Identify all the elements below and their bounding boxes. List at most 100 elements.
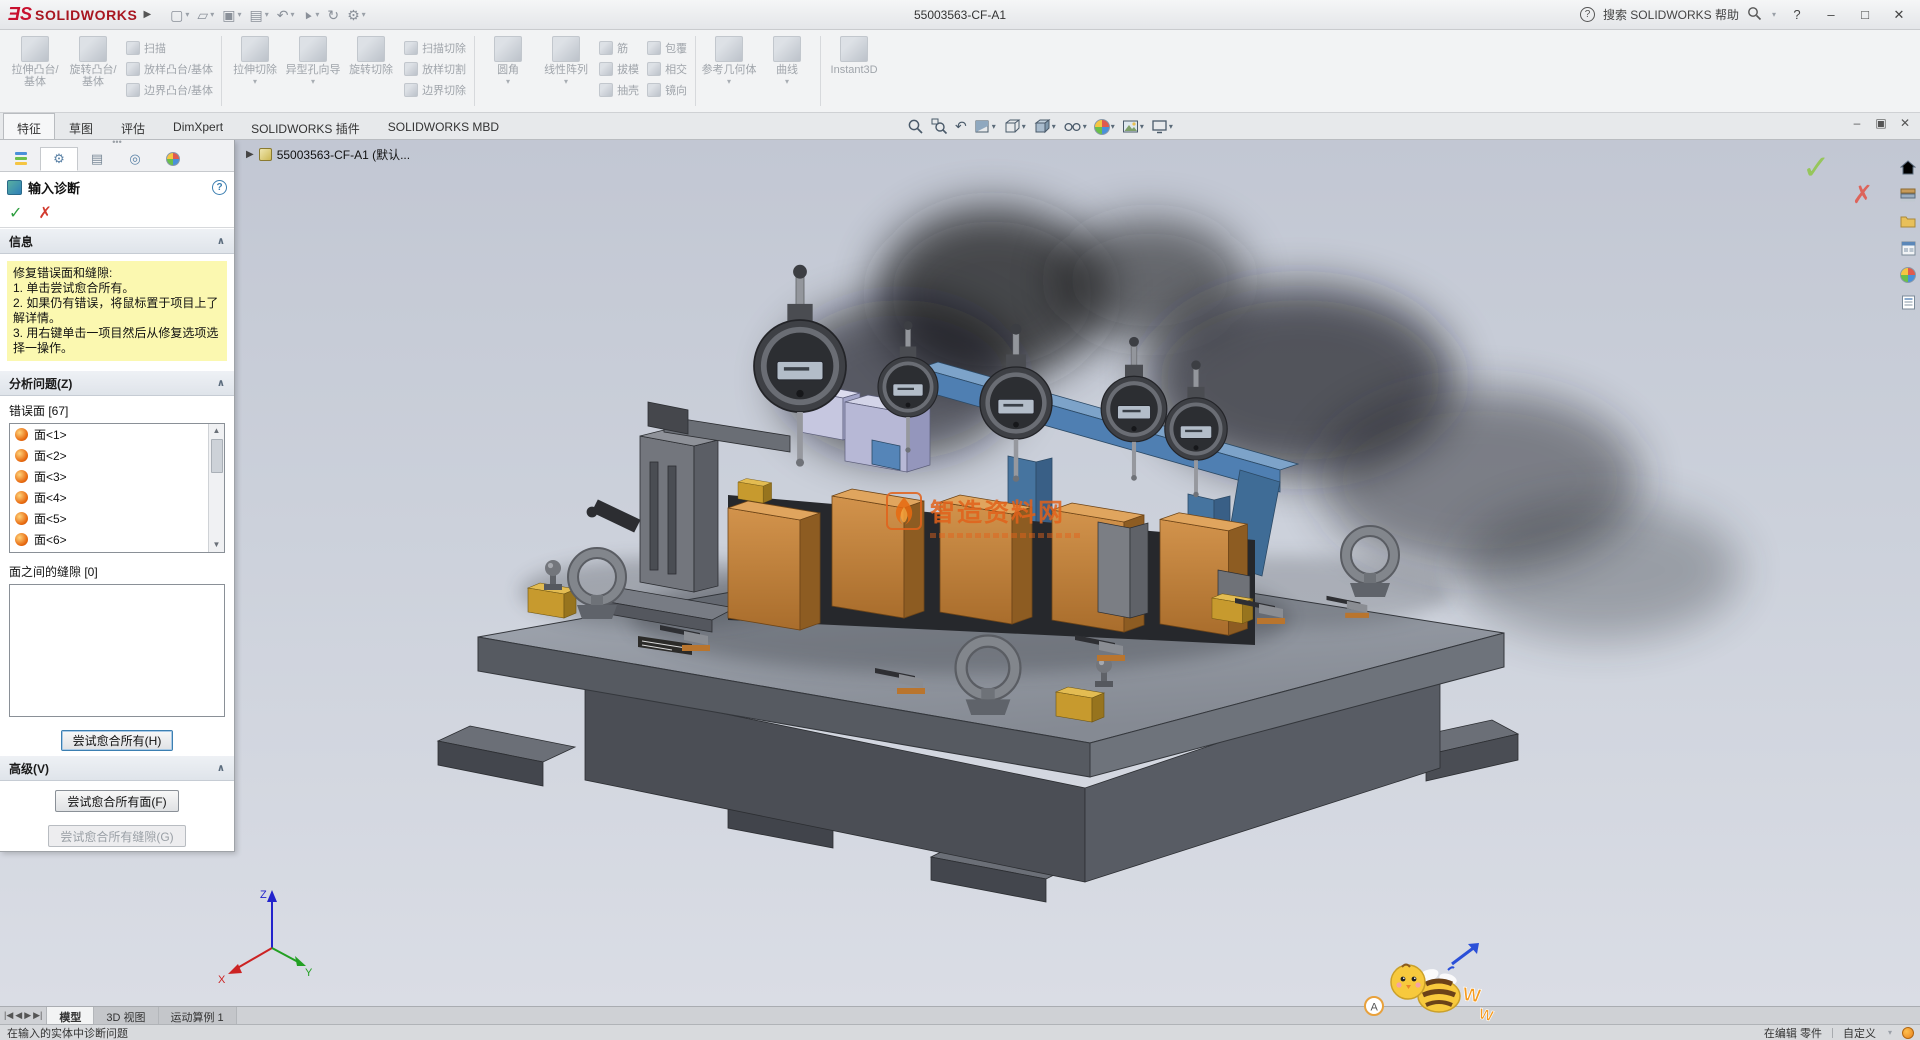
view-orientation-button[interactable]: ▾	[1001, 117, 1028, 136]
print-button[interactable]: ▤▾	[246, 5, 271, 25]
expand-arrow-icon[interactable]: ▶	[246, 149, 254, 160]
select-button[interactable]: ▲▾	[299, 5, 322, 25]
rib-button[interactable]: 筋	[599, 39, 639, 56]
tab-evaluate[interactable]: 评估	[107, 113, 159, 139]
lofted-cut-button[interactable]: 放样切割	[404, 60, 466, 77]
sweep-button[interactable]: 扫描	[126, 39, 213, 56]
confirmation-cancel-icon[interactable]: ✗	[1852, 180, 1873, 210]
confirmation-ok-icon[interactable]: ✓	[1802, 148, 1831, 188]
last-tab-icon[interactable]: ▶|	[33, 1010, 42, 1021]
fillet-button[interactable]: 圆角▾	[479, 33, 537, 109]
heal-all-faces-button[interactable]: 尝试愈合所有面(F)	[55, 790, 178, 812]
close-button[interactable]: ✕	[1886, 7, 1912, 23]
scrollbar[interactable]: ▲ ▼	[208, 424, 224, 552]
boundary-cut-button[interactable]: 边界切除	[404, 81, 466, 98]
tree-node-label[interactable]: 55003563-CF-A1 (默认...	[277, 146, 410, 163]
first-tab-icon[interactable]: |◀	[4, 1010, 13, 1021]
minimize-button[interactable]: –	[1818, 7, 1844, 22]
tab-property-manager[interactable]: ⚙	[40, 147, 78, 172]
tab-solidworks-addins[interactable]: SOLIDWORKS 插件	[237, 113, 374, 139]
hide-show-items-button[interactable]: ▾	[1061, 117, 1089, 136]
view-palette-icon[interactable]	[1899, 239, 1917, 257]
tab-3d-views[interactable]: 3D 视图	[94, 1007, 158, 1024]
search-icon[interactable]	[1747, 6, 1762, 24]
scroll-down-icon[interactable]: ▼	[213, 538, 221, 552]
help-circle-icon[interactable]: ?	[1580, 7, 1595, 22]
open-button[interactable]: ▱▾	[194, 5, 217, 25]
face-list-item[interactable]: 面<5>	[10, 508, 224, 529]
help-icon[interactable]: ?	[212, 180, 227, 195]
customize-menu[interactable]: 自定义	[1843, 1025, 1876, 1040]
design-library-icon[interactable]	[1899, 185, 1917, 203]
view-settings-button[interactable]: ▾	[1149, 117, 1175, 136]
apply-scene-button[interactable]: ▾	[1120, 117, 1146, 136]
tab-sketch[interactable]: 草图	[55, 113, 107, 139]
save-button[interactable]: ▣▾	[219, 5, 244, 25]
doc-restore-button[interactable]: ▣	[1872, 116, 1890, 130]
display-style-button[interactable]: ▾	[1031, 117, 1058, 136]
panel-grip[interactable]: •••	[0, 140, 234, 147]
new-file-button[interactable]: ▢▾	[167, 5, 192, 25]
doc-minimize-button[interactable]: –	[1848, 116, 1866, 130]
linear-pattern-button[interactable]: 线性阵列▾	[537, 33, 595, 109]
heal-all-gaps-button[interactable]: 尝试愈合所有缝隙(G)	[48, 825, 185, 847]
logo-flyout-arrow-icon[interactable]: ▶	[143, 9, 151, 20]
zoom-fit-button[interactable]	[905, 117, 926, 136]
revolved-boss-button[interactable]: 旋转凸台/基体	[64, 33, 122, 109]
section-info[interactable]: 信息 ∧	[0, 228, 234, 254]
section-view-button[interactable]: ▾	[972, 117, 998, 136]
extruded-cut-button[interactable]: 拉伸切除▾	[226, 33, 284, 109]
face-list-item[interactable]: 面<3>	[10, 466, 224, 487]
extruded-boss-button[interactable]: 拉伸凸台/基体	[6, 33, 64, 109]
tab-feature-manager[interactable]	[2, 147, 40, 172]
maximize-button[interactable]: □	[1852, 7, 1878, 22]
faulty-faces-list[interactable]: 面<1> 面<2> 面<3> 面<4> 面<5> 面<6> 面<7> ▲ ▼	[9, 423, 225, 553]
wrap-button[interactable]: 包覆	[647, 39, 687, 56]
tab-solidworks-mbd[interactable]: SOLIDWORKS MBD	[374, 113, 513, 139]
swept-cut-button[interactable]: 扫描切除	[404, 39, 466, 56]
face-list-item[interactable]: 面<4>	[10, 487, 224, 508]
app-help-button[interactable]: ?	[1784, 7, 1810, 22]
face-list-item[interactable]: 面<2>	[10, 445, 224, 466]
boundary-boss-button[interactable]: 边界凸台/基体	[126, 81, 213, 98]
cancel-button[interactable]: ✗	[38, 203, 51, 223]
undo-button[interactable]: ↶▾	[274, 5, 298, 25]
ok-button[interactable]: ✓	[9, 203, 22, 223]
section-advanced[interactable]: 高级(V) ∧	[0, 755, 234, 781]
tab-dimxpert[interactable]: DimXpert	[159, 113, 237, 139]
gaps-list[interactable]	[9, 584, 225, 716]
tab-display-manager[interactable]	[154, 147, 192, 172]
tab-dimxpert-manager[interactable]: ◎	[116, 147, 154, 172]
prev-tab-icon[interactable]: ◀	[15, 1010, 22, 1021]
doc-close-button[interactable]: ✕	[1896, 116, 1914, 130]
customize-chevron-icon[interactable]: ▾	[1888, 1028, 1892, 1037]
file-explorer-icon[interactable]	[1899, 212, 1917, 230]
search-chevron-icon[interactable]: ▾	[1772, 10, 1776, 19]
flyout-tree-node[interactable]: ▶ 55003563-CF-A1 (默认...	[246, 146, 410, 163]
reference-geometry-button[interactable]: 参考几何体▾	[700, 33, 758, 109]
tab-configuration-manager[interactable]: ▤	[78, 147, 116, 172]
loft-boss-button[interactable]: 放样凸台/基体	[126, 60, 213, 77]
graphics-area[interactable]: Z X Y ▶ 55003563-CF-A1 (默认... ✓ ✗	[0, 140, 1920, 1006]
face-list-item[interactable]: 面<1>	[10, 424, 224, 445]
status-orange-icon[interactable]	[1902, 1027, 1914, 1039]
previous-view-button[interactable]: ↶	[953, 117, 969, 136]
rebuild-button[interactable]: ↻	[324, 5, 342, 25]
tab-features[interactable]: 特征	[3, 113, 55, 139]
curves-button[interactable]: 曲线▾	[758, 33, 816, 109]
appearances-icon[interactable]	[1899, 266, 1917, 284]
face-list-item[interactable]: 面<7>	[10, 550, 224, 553]
home-icon[interactable]	[1899, 158, 1917, 176]
custom-properties-icon[interactable]	[1899, 293, 1917, 311]
scrollbar-thumb[interactable]	[211, 439, 223, 473]
heal-all-button[interactable]: 尝试愈合所有(H)	[61, 730, 174, 752]
shell-button[interactable]: 抽壳	[599, 81, 639, 98]
section-analyze[interactable]: 分析问题(Z) ∧	[0, 370, 234, 396]
edit-appearance-button[interactable]: ▾	[1092, 118, 1117, 136]
tab-model[interactable]: 模型	[47, 1007, 94, 1024]
face-list-item[interactable]: 面<6>	[10, 529, 224, 550]
search-help-box[interactable]: 搜索 SOLIDWORKS 帮助	[1603, 6, 1739, 23]
scroll-up-icon[interactable]: ▲	[213, 424, 221, 438]
draft-button[interactable]: 拔模	[599, 60, 639, 77]
mirror-button[interactable]: 镜向	[647, 81, 687, 98]
